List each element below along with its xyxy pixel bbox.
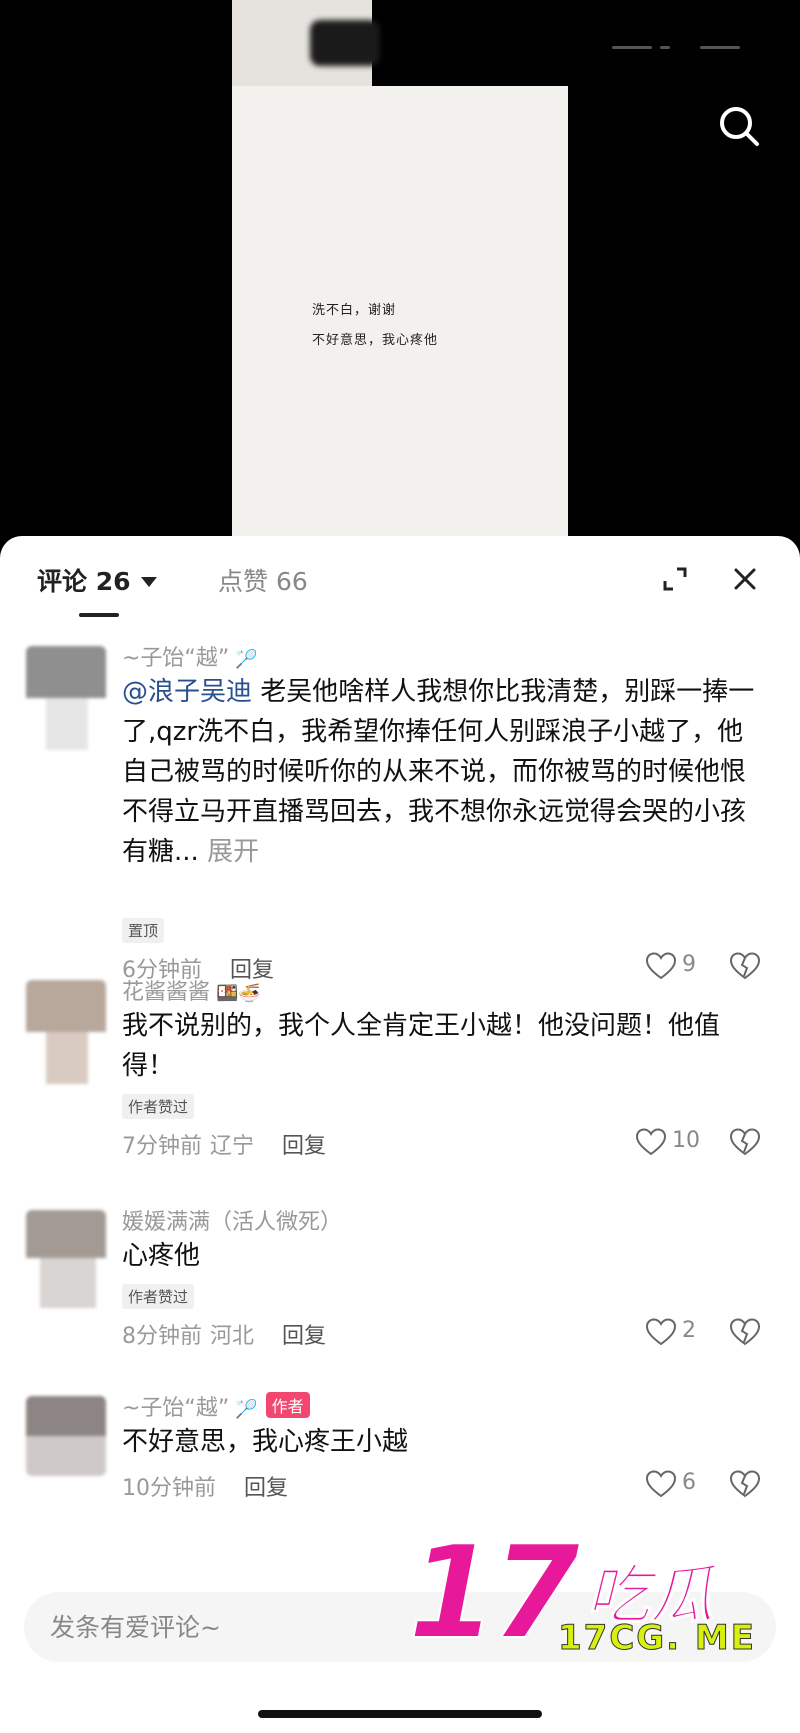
pinned-tag: 置顶 [122,918,165,943]
caret-down-icon [140,577,157,587]
reply-button[interactable]: 回复 [282,1134,326,1159]
comment-meta: 8分钟前 河北 回复 [122,1318,326,1350]
like-count: 9 [682,952,696,977]
redaction-blot [310,20,380,66]
like-button[interactable]: 2 [645,1318,720,1348]
like-count: 10 [672,1128,700,1153]
search-icon[interactable] [715,102,763,150]
paper-line: 不好意思，我心疼他 [312,333,439,348]
broken-heart-icon [729,1470,761,1498]
heart-icon [645,1470,677,1498]
heart-icon [645,1318,677,1346]
racket-icon: 🏸 [235,649,258,670]
broken-heart-icon [729,1318,761,1346]
comment-meta: 7分钟前 辽宁 回复 [122,1128,326,1160]
racket-icon: 🏸 [235,1399,258,1420]
broken-heart-icon [729,952,761,980]
like-count: 2 [682,1318,696,1343]
comment-time: 8分钟前 [122,1324,202,1349]
paper-line: 洗不白，谢谢 [312,303,397,318]
like-button[interactable]: 9 [645,952,720,982]
comment-body[interactable]: 我不说别的，我个人全肯定王小越！他没问题！他值得！ [122,1006,762,1086]
avatar[interactable] [26,1210,106,1308]
username-text: ~子饴“越” [122,646,230,671]
comment-panel: 评论 26 点赞 66 ~子饴“越” 🏸 @浪子吴迪 老吴他啥样人我想你比我清楚， [0,536,800,1733]
author-liked-tag: 作者赞过 [122,1094,195,1119]
comment-username[interactable]: 媛媛满满（活人微死） [122,1204,342,1236]
avatar[interactable] [26,646,106,750]
comment-body[interactable]: 心疼他 [122,1236,762,1276]
like-button[interactable]: 10 [635,1128,710,1158]
paper-note: 洗不白，谢谢 不好意思，我心疼他 [312,296,552,356]
heart-icon [645,952,677,980]
reply-button[interactable]: 回复 [282,1324,326,1349]
comment-meta: 10分钟前 回复 [122,1470,288,1502]
username-text: ~子饴“越” [122,1396,230,1421]
tab-comments[interactable]: 评论 26 [37,562,157,598]
food-icon: 🍱🍜 [216,983,261,1004]
comment-time: 10分钟前 [122,1476,216,1501]
close-icon[interactable] [730,564,760,594]
home-indicator[interactable] [258,1710,542,1718]
comment-location: 河北 [210,1324,255,1349]
comment-input[interactable] [50,1607,450,1647]
tab-likes[interactable]: 点赞 66 [218,562,308,598]
dislike-button[interactable] [729,1470,761,1500]
comment-username[interactable]: ~子饴“越” 🏸 作者 [122,1390,310,1422]
tab-indicator [79,613,119,617]
like-count: 6 [682,1470,696,1495]
video-area[interactable]: 洗不白，谢谢 不好意思，我心疼他 [0,0,800,560]
comment-username[interactable]: 花酱酱酱 🍱🍜 [122,974,261,1006]
reply-button[interactable]: 回复 [244,1476,288,1501]
comment-body[interactable]: @浪子吴迪 老吴他啥样人我想你比我清楚，别踩一捧一了,qzr洗不白，我希望你捧任… [122,672,762,872]
comment-time: 7分钟前 [122,1134,202,1159]
avatar[interactable] [26,980,106,1084]
username-text: 花酱酱酱 [122,980,211,1005]
heart-icon [635,1128,667,1156]
expand-icon[interactable] [660,564,690,594]
comment-input-bar [24,1592,776,1662]
paper-notch [372,0,568,86]
mention-link[interactable]: @浪子吴迪 [122,677,252,707]
dislike-button[interactable] [729,1318,761,1348]
dislike-button[interactable] [729,1128,761,1158]
status-indicator [612,42,762,54]
comment-username[interactable]: ~子饴“越” 🏸 [122,640,258,672]
author-liked-tag: 作者赞过 [122,1284,195,1309]
author-badge: 作者 [265,1392,310,1418]
tab-comments-label: 评论 26 [37,567,131,596]
dislike-button[interactable] [729,952,761,982]
like-button[interactable]: 6 [645,1470,720,1500]
panel-tabs: 评论 26 点赞 66 [0,536,800,617]
expand-link[interactable]: 展开 [207,837,259,867]
broken-heart-icon [729,1128,761,1156]
comment-body[interactable]: 不好意思，我心疼王小越 [122,1422,762,1462]
comment-location: 辽宁 [210,1134,255,1159]
avatar[interactable] [26,1396,106,1476]
